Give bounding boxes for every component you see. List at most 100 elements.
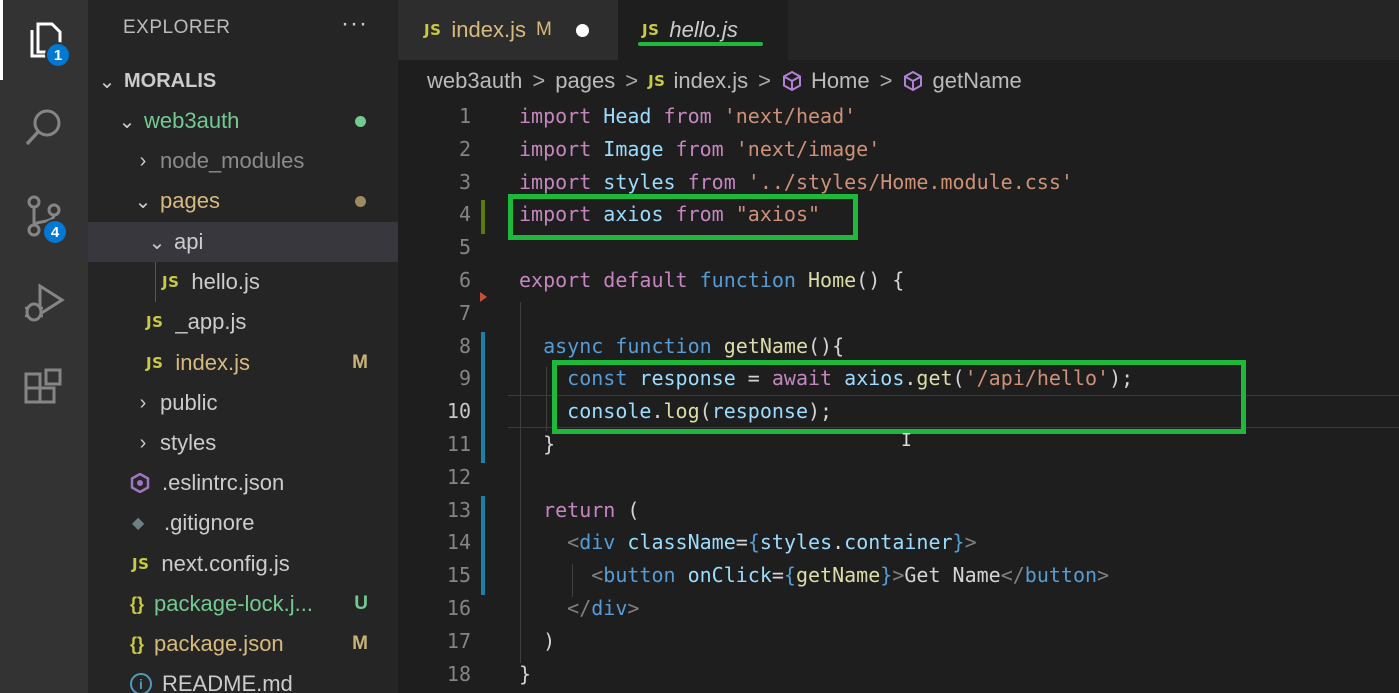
run-debug-icon: [25, 283, 65, 322]
tree-item-label: .eslintrc.json: [162, 470, 285, 495]
tab-index-js[interactable]: JS index.js M: [398, 0, 618, 60]
javascript-file-icon: JS: [642, 21, 660, 39]
git-deleted-marker-icon: [480, 292, 487, 302]
tree-item-eslintrc[interactable]: .eslintrc.json: [88, 463, 398, 503]
tree-item-web3auth[interactable]: ⌄ web3auth: [88, 101, 398, 141]
workspace-root[interactable]: ⌄ MORALIS: [88, 61, 398, 101]
code-token: button: [603, 563, 676, 588]
line-number: 17: [446, 628, 471, 653]
code-token: styles: [759, 530, 833, 555]
breadcrumb-item[interactable]: index.js: [673, 68, 748, 94]
line-number: 9: [458, 366, 471, 391]
code-line[interactable]: export default function Home() {: [519, 268, 904, 292]
code-token: =: [771, 563, 784, 588]
extensions-icon: [24, 368, 62, 404]
breadcrumb-item[interactable]: web3auth: [427, 68, 522, 94]
line-number: 8: [458, 333, 471, 358]
tree-item-next-config[interactable]: JS next.config.js: [88, 544, 398, 584]
line-number: 14: [446, 530, 471, 555]
breadcrumb-item[interactable]: getName: [932, 68, 1021, 94]
tree-item-label: styles: [160, 430, 217, 455]
code-token: (: [615, 497, 640, 522]
breadcrumb-item[interactable]: Home: [811, 68, 870, 94]
tab-label: hello.js: [669, 17, 738, 42]
highlight-box-request: [552, 360, 1246, 434]
code-line[interactable]: return (: [519, 498, 639, 522]
indent-guide: [155, 262, 156, 302]
line-number: 10: [446, 399, 471, 424]
explorer-badge: 1: [45, 42, 71, 68]
mouse-text-cursor-icon: I: [901, 430, 912, 451]
tree-item-pages[interactable]: ⌄ pages: [88, 181, 398, 221]
code-line[interactable]: <div className={styles.container}>: [519, 530, 976, 555]
breadcrumb: web3auth > pages > JS index.js > Home > …: [398, 60, 1399, 102]
more-actions-button[interactable]: ···: [341, 10, 368, 38]
tab-hello-js[interactable]: JS hello.js: [618, 0, 788, 60]
search-view-button[interactable]: [0, 88, 88, 168]
code-line[interactable]: import Image from 'next/image': [519, 137, 880, 161]
code-token: }: [519, 432, 556, 456]
code-line[interactable]: }: [519, 432, 555, 456]
source-control-view-button[interactable]: 4: [0, 176, 88, 256]
code-token: container: [844, 530, 953, 555]
tree-item-label: web3auth: [144, 108, 240, 133]
info-icon: i: [130, 673, 152, 693]
code-line[interactable]: }: [519, 662, 531, 686]
tree-item-package-lock[interactable]: {} package-lock.j... U: [88, 584, 398, 624]
indent-guide: [520, 302, 521, 663]
tree-item-api[interactable]: ⌄ api: [88, 222, 398, 262]
tree-item-public[interactable]: › public: [88, 383, 398, 423]
modified-dot-icon: [355, 195, 366, 207]
tree-item-readme[interactable]: i README.md: [88, 664, 398, 693]
explorer-sidebar: EXPLORER ··· ⌄ MORALIS ⌄ web3auth › node…: [88, 0, 398, 693]
line-number: 16: [446, 596, 471, 620]
code-token: function: [687, 268, 796, 292]
line-number: 7: [458, 300, 471, 325]
code-line[interactable]: </div>: [519, 596, 639, 620]
code-line[interactable]: <button onClick={getName}>Get Name</butt…: [519, 563, 1109, 587]
code-line[interactable]: ): [519, 629, 555, 653]
code-token: '../styles/Home.module.css': [735, 169, 1073, 194]
code-token: }: [519, 661, 532, 686]
code-token: (){: [808, 333, 845, 358]
extensions-view-button[interactable]: [0, 350, 88, 430]
line-number: 18: [446, 661, 471, 686]
code-token: import: [519, 136, 592, 161]
line-number: 13: [446, 497, 471, 522]
tree-item-gitignore[interactable]: ◆ .gitignore: [88, 503, 398, 543]
chevron-right-icon: ›: [139, 149, 147, 172]
tree-item-label: README.md: [162, 671, 293, 693]
eslint-icon: [130, 472, 150, 494]
code-token: }: [880, 563, 893, 588]
breadcrumb-item[interactable]: pages: [555, 68, 615, 94]
code-editor[interactable]: 1 2 3 4 5 6 7 8 9 10 11 12 13 14 15 16 17 18 import Head …: [398, 102, 1399, 693]
tree-item-hello-js[interactable]: JS hello.js: [88, 262, 398, 302]
untracked-dot-icon: [355, 115, 366, 127]
tree-item-node-modules[interactable]: › node_modules: [88, 141, 398, 181]
code-token: Head: [591, 104, 652, 128]
unsaved-dot-icon[interactable]: [575, 23, 589, 37]
modified-badge: M: [352, 633, 368, 654]
highlight-box-import: [508, 194, 858, 240]
chevron-down-icon: ⌄: [98, 70, 116, 93]
breadcrumb-separator: >: [879, 68, 893, 93]
tree-item-package-json[interactable]: {} package.json M: [88, 624, 398, 664]
run-debug-view-button[interactable]: [0, 262, 88, 342]
chevron-right-icon: ›: [139, 431, 147, 454]
code-line[interactable]: import Head from 'next/head': [519, 104, 856, 128]
tree-item-styles[interactable]: › styles: [88, 423, 398, 463]
code-line[interactable]: import styles from '../styles/Home.modul…: [519, 170, 1073, 194]
tree-item-app-js[interactable]: JS _app.js: [88, 302, 398, 342]
javascript-file-icon: JS: [146, 313, 164, 331]
highlight-underline: [638, 42, 763, 46]
code-token: async: [543, 333, 604, 358]
breadcrumb-separator: >: [758, 68, 771, 93]
code-line[interactable]: async function getName(){: [519, 334, 844, 358]
tree-item-index-js[interactable]: JS index.js M: [88, 343, 398, 383]
explorer-view-button[interactable]: 1: [0, 0, 88, 80]
code-token: getName: [711, 333, 809, 358]
